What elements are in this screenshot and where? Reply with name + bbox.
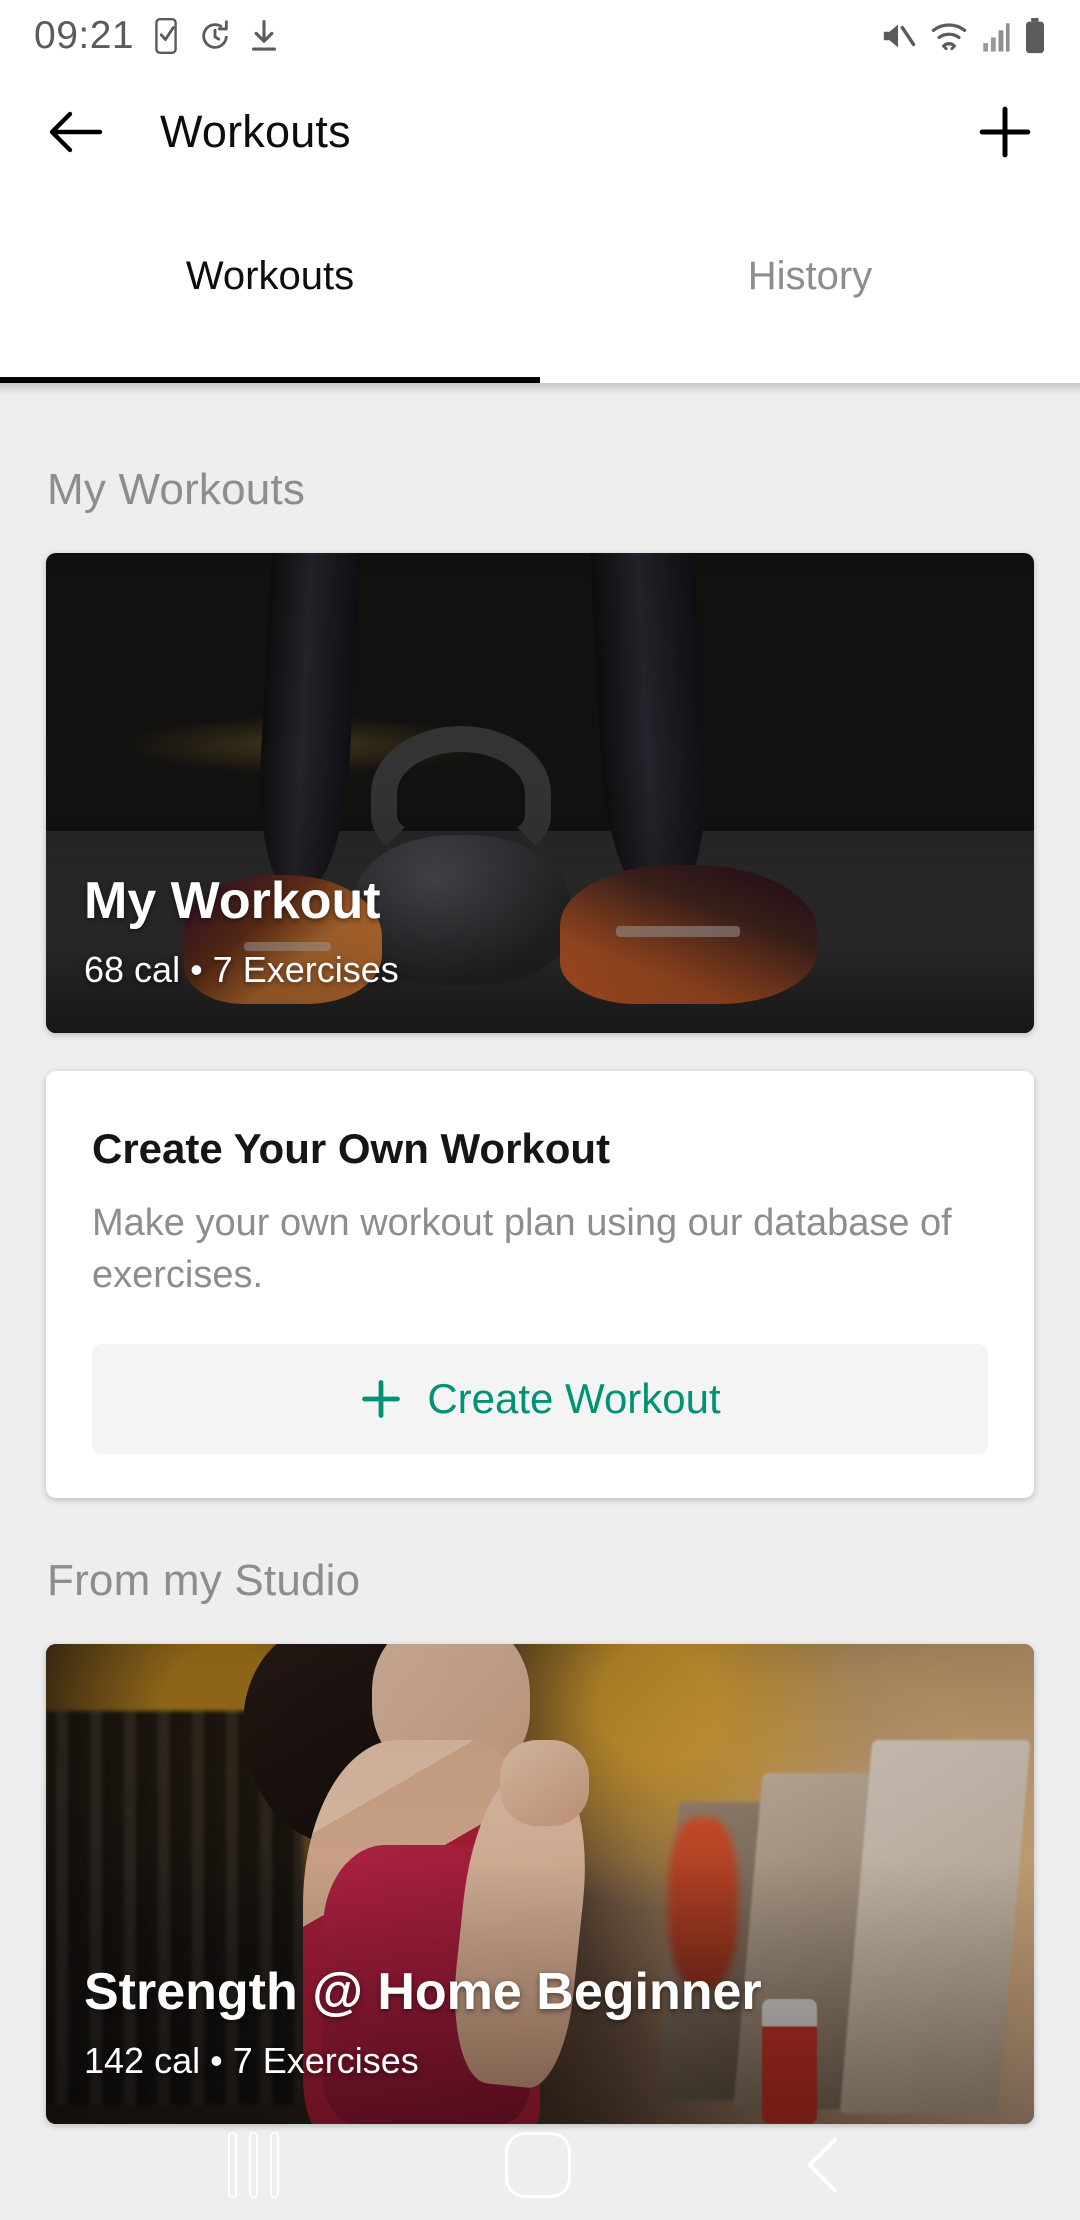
status-bar: 09:21 [0,0,1080,72]
tab-history-label: History [747,254,873,298]
status-bar-clock: 09:21 [34,14,135,57]
workout-card-subtitle: 68 cal • 7 Exercises [84,949,399,990]
create-workout-title: Create Your Own Workout [92,1125,611,1172]
section-title-from-my-studio: From my Studio [47,1555,361,1605]
studio-card-title: Strength @ Home Beginner [84,1963,762,2022]
workout-card-text: My Workout 68 cal • 7 Exercises [84,874,996,991]
timer-icon [202,20,228,49]
section-title-my-workouts: My Workouts [47,465,306,514]
page-title: Workouts [160,106,351,157]
tab-workouts[interactable]: Workouts [0,192,540,383]
mute-icon [883,24,916,48]
tab-bar-shadow [0,383,1080,395]
status-bar-right [879,18,1046,54]
workout-card-studio[interactable]: Strength @ Home Beginner 142 cal • 7 Exe… [46,1643,1034,2124]
create-workout-card: Create Your Own Workout Make your own wo… [46,1071,1034,1498]
signal-icon [983,23,1010,52]
create-workout-button-label: Create Workout [427,1374,721,1422]
tab-workouts-label: Workouts [185,254,355,298]
battery-icon [1026,18,1044,54]
tab-bar: Workouts History [0,192,1080,383]
tab-active-indicator [0,377,540,383]
studio-card-subtitle: 142 cal • 7 Exercises [84,2039,419,2081]
workout-card-title: My Workout [84,872,381,931]
app-bar: Workouts [0,72,1080,192]
status-bar-left: 09:21 [34,14,279,58]
back-arrow-icon[interactable] [48,110,104,154]
tab-history[interactable]: History [540,192,1080,383]
download-icon [252,20,277,51]
create-workout-description: Make your own workout plan using our dat… [92,1202,952,1297]
plus-icon [362,1379,401,1418]
plus-icon[interactable] [978,105,1032,159]
wifi-icon [931,23,967,51]
phone-screen: 09:21 Workouts Workouts History My Worko… [0,0,1080,2220]
workout-card-my-workout[interactable]: My Workout 68 cal • 7 Exercises [46,553,1034,1033]
content-scroll-area[interactable]: My Workouts My Workout 68 cal • 7 Exerci… [0,383,1080,2220]
create-workout-button[interactable]: Create Workout [92,1343,988,1454]
task-check-icon [155,18,177,54]
studio-card-text: Strength @ Home Beginner 142 cal • 7 Exe… [84,1965,996,2082]
